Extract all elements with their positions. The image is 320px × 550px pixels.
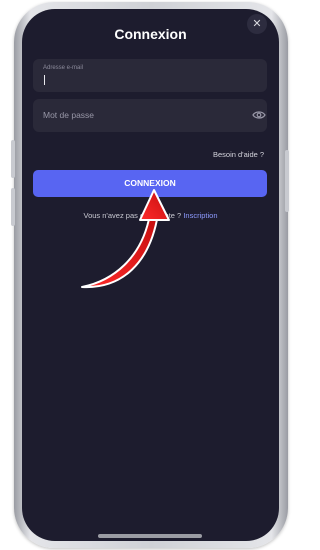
text-caret	[44, 75, 45, 85]
password-field[interactable]: Mot de passe	[33, 99, 267, 132]
signup-line: Vous n'avez pas de compte ? Inscription	[22, 211, 279, 220]
close-button[interactable]: ✕	[247, 14, 267, 34]
login-button[interactable]: CONNEXION	[33, 170, 267, 197]
signup-prompt: Vous n'avez pas de compte ?	[83, 211, 184, 220]
password-placeholder: Mot de passe	[43, 110, 95, 120]
dialog-title: Connexion	[114, 26, 187, 42]
volume-down-button	[11, 188, 15, 226]
volume-up-button	[11, 140, 15, 178]
email-field[interactable]: Adresse e-mail	[33, 59, 267, 92]
signup-link[interactable]: Inscription	[183, 211, 217, 220]
eye-icon[interactable]	[252, 110, 266, 120]
help-link[interactable]: Besoin d'aide ?	[213, 150, 264, 159]
power-button	[285, 150, 289, 212]
close-icon: ✕	[252, 18, 262, 30]
home-indicator	[98, 534, 202, 538]
login-screen: Connexion ✕ Adresse e-mail Mot de passe …	[22, 9, 279, 541]
email-label: Adresse e-mail	[43, 65, 84, 71]
arrow-body	[81, 189, 170, 289]
